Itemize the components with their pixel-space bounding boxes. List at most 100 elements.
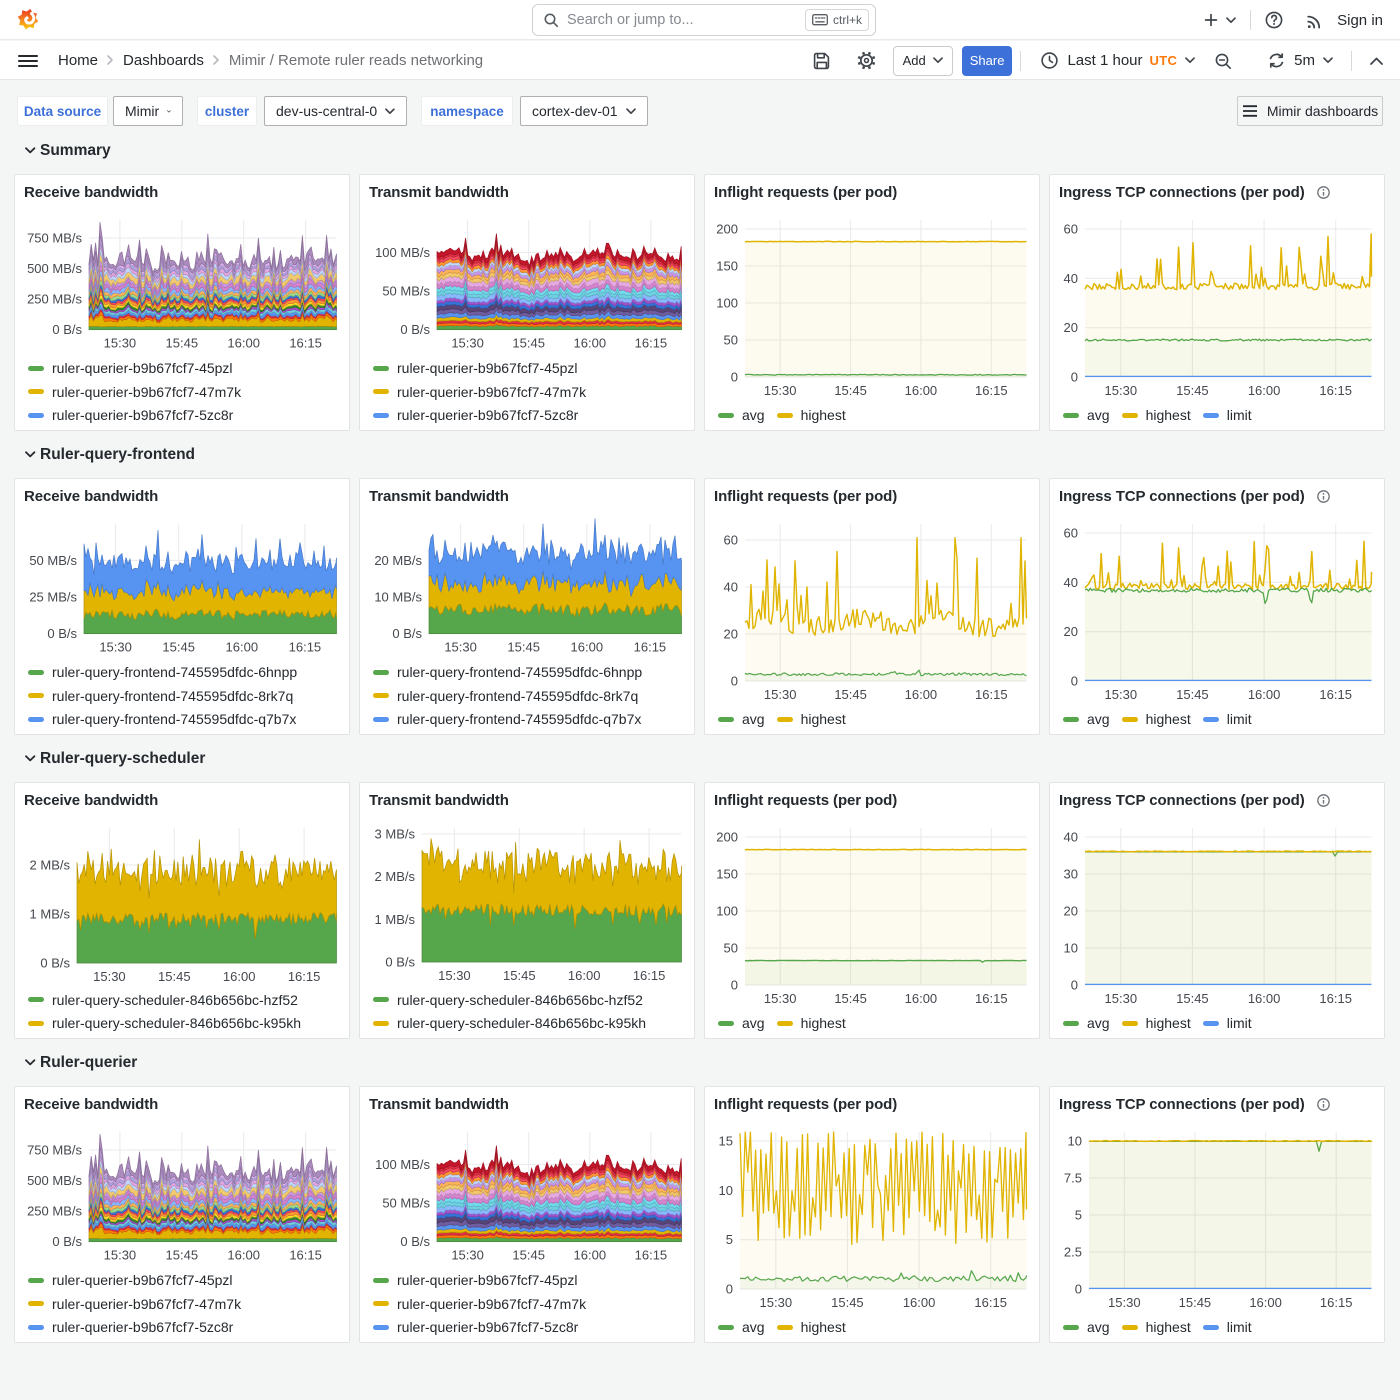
svg-text:20: 20 bbox=[1064, 904, 1078, 919]
svg-text:5: 5 bbox=[726, 1232, 733, 1247]
svg-text:15:30: 15:30 bbox=[1105, 383, 1138, 398]
svg-text:16:00: 16:00 bbox=[1248, 991, 1281, 1006]
svg-text:40: 40 bbox=[1064, 271, 1078, 286]
svg-text:2 MB/s: 2 MB/s bbox=[30, 858, 71, 873]
svg-text:16:15: 16:15 bbox=[634, 640, 667, 655]
svg-text:0: 0 bbox=[726, 1282, 733, 1297]
svg-text:50 MB/s: 50 MB/s bbox=[29, 553, 77, 568]
svg-text:100: 100 bbox=[716, 904, 738, 919]
svg-text:0: 0 bbox=[731, 978, 738, 993]
svg-text:60: 60 bbox=[1064, 526, 1078, 541]
svg-text:0: 0 bbox=[731, 370, 738, 385]
svg-text:16:15: 16:15 bbox=[635, 1248, 668, 1263]
svg-text:40: 40 bbox=[1064, 830, 1078, 845]
svg-text:7.5: 7.5 bbox=[1064, 1171, 1082, 1186]
svg-text:200: 200 bbox=[716, 830, 738, 845]
svg-text:15:30: 15:30 bbox=[451, 1248, 484, 1263]
svg-text:16:15: 16:15 bbox=[975, 991, 1008, 1006]
svg-text:15:45: 15:45 bbox=[512, 336, 545, 351]
svg-text:50 MB/s: 50 MB/s bbox=[382, 284, 430, 299]
svg-text:30: 30 bbox=[1064, 867, 1078, 882]
svg-text:15:45: 15:45 bbox=[1176, 991, 1209, 1006]
svg-text:1 MB/s: 1 MB/s bbox=[30, 907, 71, 922]
svg-text:10 MB/s: 10 MB/s bbox=[374, 590, 422, 605]
svg-text:0 B/s: 0 B/s bbox=[52, 322, 82, 337]
svg-text:2.5: 2.5 bbox=[1064, 1245, 1082, 1260]
svg-text:15:30: 15:30 bbox=[93, 969, 126, 984]
svg-text:16:15: 16:15 bbox=[1320, 1295, 1353, 1310]
svg-text:0 B/s: 0 B/s bbox=[400, 1234, 430, 1249]
svg-text:16:00: 16:00 bbox=[574, 336, 607, 351]
svg-text:0 B/s: 0 B/s bbox=[47, 626, 77, 641]
svg-text:15:30: 15:30 bbox=[764, 383, 797, 398]
svg-text:15:30: 15:30 bbox=[764, 687, 797, 702]
svg-text:16:15: 16:15 bbox=[633, 968, 666, 983]
svg-text:16:15: 16:15 bbox=[635, 336, 668, 351]
svg-text:15:30: 15:30 bbox=[1105, 991, 1138, 1006]
svg-text:5: 5 bbox=[1075, 1208, 1082, 1223]
svg-text:20 MB/s: 20 MB/s bbox=[374, 553, 422, 568]
svg-text:150: 150 bbox=[716, 867, 738, 882]
svg-text:15:30: 15:30 bbox=[444, 640, 477, 655]
svg-text:250 MB/s: 250 MB/s bbox=[27, 292, 82, 307]
svg-text:16:15: 16:15 bbox=[975, 383, 1008, 398]
svg-text:0: 0 bbox=[1071, 674, 1078, 689]
svg-text:100 MB/s: 100 MB/s bbox=[375, 245, 430, 260]
svg-text:0 B/s: 0 B/s bbox=[392, 626, 422, 641]
svg-text:10: 10 bbox=[1064, 941, 1078, 956]
svg-text:16:15: 16:15 bbox=[1319, 383, 1352, 398]
svg-text:16:15: 16:15 bbox=[289, 336, 322, 351]
svg-text:0 B/s: 0 B/s bbox=[52, 1234, 82, 1249]
svg-text:15:30: 15:30 bbox=[438, 968, 471, 983]
svg-text:20: 20 bbox=[724, 627, 738, 642]
svg-text:20: 20 bbox=[1064, 320, 1078, 335]
svg-text:15:45: 15:45 bbox=[166, 1248, 199, 1263]
svg-text:15:45: 15:45 bbox=[162, 640, 195, 655]
svg-text:15:45: 15:45 bbox=[507, 640, 540, 655]
svg-text:15:45: 15:45 bbox=[166, 336, 199, 351]
svg-text:0 B/s: 0 B/s bbox=[385, 955, 415, 970]
svg-text:16:15: 16:15 bbox=[289, 640, 322, 655]
svg-text:0: 0 bbox=[1071, 370, 1078, 385]
svg-text:16:00: 16:00 bbox=[227, 336, 260, 351]
svg-text:200: 200 bbox=[716, 222, 738, 237]
svg-text:15:45: 15:45 bbox=[834, 383, 867, 398]
svg-text:16:00: 16:00 bbox=[905, 687, 938, 702]
svg-text:15:45: 15:45 bbox=[503, 968, 536, 983]
svg-text:150: 150 bbox=[716, 259, 738, 274]
svg-text:0: 0 bbox=[1071, 978, 1078, 993]
svg-text:15:45: 15:45 bbox=[831, 1295, 864, 1310]
svg-text:2 MB/s: 2 MB/s bbox=[375, 869, 416, 884]
svg-text:100 MB/s: 100 MB/s bbox=[375, 1157, 430, 1172]
svg-text:0: 0 bbox=[1075, 1282, 1082, 1297]
svg-text:15:45: 15:45 bbox=[158, 969, 191, 984]
svg-text:0: 0 bbox=[731, 674, 738, 689]
svg-text:16:00: 16:00 bbox=[571, 640, 604, 655]
svg-text:40: 40 bbox=[1064, 575, 1078, 590]
svg-text:16:00: 16:00 bbox=[227, 1248, 260, 1263]
svg-text:16:00: 16:00 bbox=[905, 991, 938, 1006]
svg-text:16:00: 16:00 bbox=[223, 969, 256, 984]
svg-text:15:45: 15:45 bbox=[512, 1248, 545, 1263]
svg-text:16:00: 16:00 bbox=[1248, 383, 1281, 398]
svg-text:15:45: 15:45 bbox=[834, 687, 867, 702]
svg-text:0 B/s: 0 B/s bbox=[400, 322, 430, 337]
svg-text:40: 40 bbox=[724, 580, 738, 595]
svg-text:50 MB/s: 50 MB/s bbox=[382, 1196, 430, 1211]
svg-text:15:30: 15:30 bbox=[104, 336, 137, 351]
svg-text:100: 100 bbox=[716, 296, 738, 311]
svg-text:10: 10 bbox=[719, 1183, 733, 1198]
svg-text:15:30: 15:30 bbox=[764, 991, 797, 1006]
svg-text:16:15: 16:15 bbox=[1319, 991, 1352, 1006]
svg-text:15:45: 15:45 bbox=[1176, 383, 1209, 398]
svg-text:16:00: 16:00 bbox=[574, 1248, 607, 1263]
svg-text:15: 15 bbox=[719, 1134, 733, 1149]
svg-text:50: 50 bbox=[724, 941, 738, 956]
svg-text:15:45: 15:45 bbox=[1176, 687, 1209, 702]
svg-text:60: 60 bbox=[1064, 222, 1078, 237]
svg-text:500 MB/s: 500 MB/s bbox=[27, 261, 82, 276]
svg-text:16:00: 16:00 bbox=[568, 968, 601, 983]
svg-text:16:00: 16:00 bbox=[1249, 1295, 1282, 1310]
svg-text:15:30: 15:30 bbox=[104, 1248, 137, 1263]
svg-text:3 MB/s: 3 MB/s bbox=[375, 826, 416, 841]
